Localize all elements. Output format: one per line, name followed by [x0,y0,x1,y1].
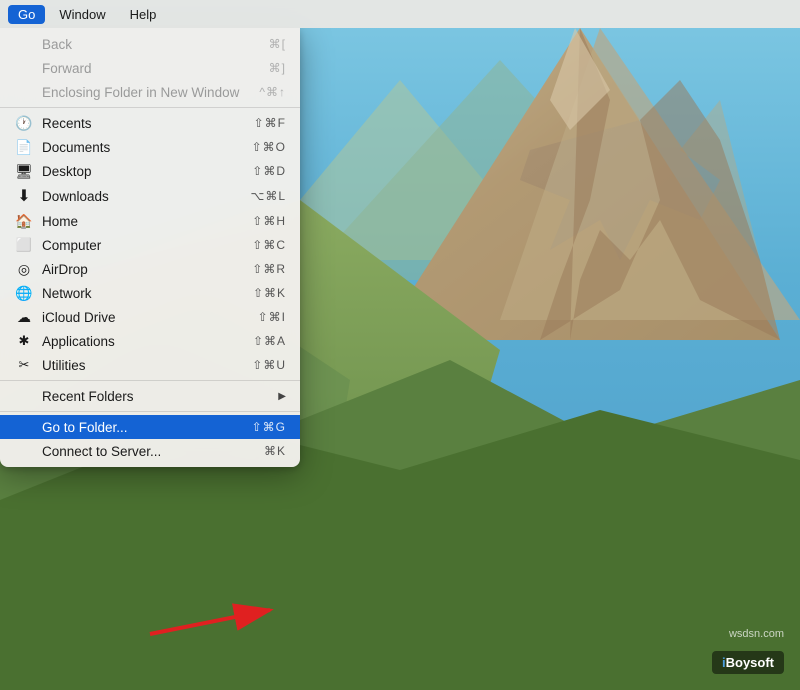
menu-item-network-shortcut: ⇧⌘K [253,286,286,300]
menu-item-applications[interactable]: ✱ Applications ⇧⌘A [0,329,300,353]
menu-item-applications-shortcut: ⇧⌘A [253,334,286,348]
menu-item-home-shortcut: ⇧⌘H [252,214,286,228]
documents-icon: 📄 [14,139,34,156]
menu-item-connect-server[interactable]: Connect to Server... ⌘K [0,439,300,463]
airdrop-icon: ◎ [14,261,34,278]
menu-item-downloads-label: Downloads [42,189,109,204]
menu-item-connect-server-label: Connect to Server... [42,444,161,459]
arrow-annotation [140,594,300,649]
menu-item-home-label: Home [42,214,78,229]
menu-item-desktop-label: Desktop [42,164,92,179]
menu-item-go-to-folder-shortcut: ⇧⌘G [252,420,286,434]
icloud-icon: ☁ [14,309,34,326]
menu-item-utilities-shortcut: ⇧⌘U [252,358,286,372]
menu-item-recents-shortcut: ⇧⌘F [254,116,286,130]
menu-item-computer[interactable]: ⬜ Computer ⇧⌘C [0,233,300,257]
separator-3 [0,411,300,412]
menu-item-enclosing-label: Enclosing Folder in New Window [42,85,239,100]
menu-item-connect-server-shortcut: ⌘K [264,444,286,458]
menu-item-computer-shortcut: ⇧⌘C [252,238,286,252]
menu-item-downloads-shortcut: ⌥⌘L [250,189,286,203]
menu-item-icloud-label: iCloud Drive [42,310,116,325]
menu-item-icloud[interactable]: ☁ iCloud Drive ⇧⌘I [0,305,300,329]
menu-item-recents-label: Recents [42,116,92,131]
menu-item-utilities-label: Utilities [42,358,86,373]
brand-rest: Boysoft [726,655,774,670]
iboysoft-watermark: iBoysoft [712,651,784,674]
home-icon: 🏠 [14,213,34,230]
menu-item-go-to-folder[interactable]: Go to Folder... ⇧⌘G [0,415,300,439]
menu-item-recent-folders[interactable]: Recent Folders ▶ [0,384,300,408]
menu-item-icloud-shortcut: ⇧⌘I [258,310,286,324]
utilities-icon: ✂ [14,357,34,373]
menu-item-computer-label: Computer [42,238,101,253]
menu-item-desktop-shortcut: ⇧⌘D [252,164,286,178]
menu-item-enclosing-shortcut: ^⌘↑ [259,85,286,99]
menu-item-recents[interactable]: 🕐 Recents ⇧⌘F [0,111,300,135]
menu-item-documents-label: Documents [42,140,110,155]
menu-item-applications-label: Applications [42,334,115,349]
menu-go[interactable]: Go [8,5,45,24]
separator-1 [0,107,300,108]
network-icon: 🌐 [14,285,34,302]
menu-item-network[interactable]: 🌐 Network ⇧⌘K [0,281,300,305]
menu-item-back[interactable]: Back ⌘[ [0,32,300,56]
downloads-icon: ⬇ [14,186,34,206]
menu-item-airdrop-shortcut: ⇧⌘R [252,262,286,276]
applications-icon: ✱ [14,333,34,349]
menu-item-airdrop[interactable]: ◎ AirDrop ⇧⌘R [0,257,300,281]
menu-item-enclosing[interactable]: Enclosing Folder in New Window ^⌘↑ [0,80,300,104]
menu-item-desktop[interactable]: 🖥 Desktop ⇧⌘D [0,159,300,183]
menu-item-documents-shortcut: ⇧⌘O [252,140,286,154]
menu-item-back-shortcut: ⌘[ [269,37,286,51]
menu-item-forward-label: Forward [42,61,92,76]
recents-icon: 🕐 [14,115,34,132]
wsdsn-watermark: wsdsn.com [729,628,784,640]
computer-icon: ⬜ [14,237,34,253]
menu-item-recent-folders-label: Recent Folders [42,389,278,404]
menu-item-network-label: Network [42,286,92,301]
menu-item-downloads[interactable]: ⬇ Downloads ⌥⌘L [0,183,300,209]
menu-item-documents[interactable]: 📄 Documents ⇧⌘O [0,135,300,159]
menu-item-go-to-folder-label: Go to Folder... [42,420,128,435]
separator-2 [0,380,300,381]
iboysoft-brand: iBoysoft [712,651,784,674]
submenu-arrow-icon: ▶ [278,391,286,402]
menu-help[interactable]: Help [120,5,167,24]
desktop-icon: 🖥 [14,163,34,180]
menu-item-forward-shortcut: ⌘] [269,61,286,75]
menu-item-airdrop-label: AirDrop [42,262,88,277]
go-menu-dropdown: Back ⌘[ Forward ⌘] Enclosing Folder in N… [0,28,300,467]
menu-bar: Go Window Help [0,0,800,28]
menu-item-utilities[interactable]: ✂ Utilities ⇧⌘U [0,353,300,377]
menu-item-home[interactable]: 🏠 Home ⇧⌘H [0,209,300,233]
menu-item-forward[interactable]: Forward ⌘] [0,56,300,80]
menu-window[interactable]: Window [49,5,115,24]
menu-item-back-label: Back [42,37,72,52]
